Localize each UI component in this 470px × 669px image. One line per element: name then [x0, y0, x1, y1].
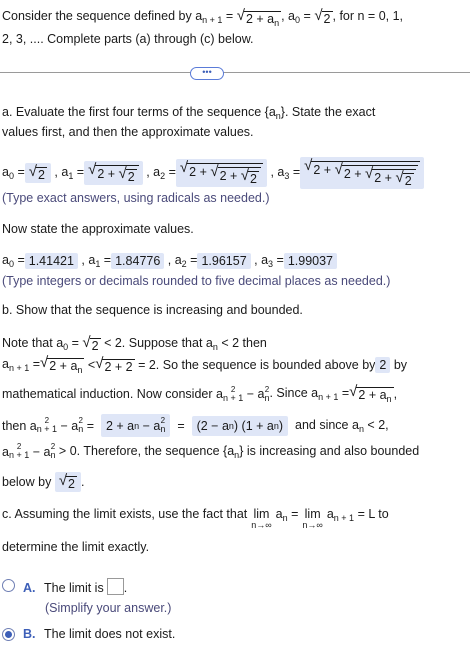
- a3-approx-answer[interactable]: 1.99037: [283, 253, 338, 269]
- bound-answer[interactable]: 2: [375, 357, 391, 373]
- approx-values-row: a0 = 1.41421 , a1 = 1.84776 , a2 = 1.961…: [2, 253, 338, 269]
- limit-an: lim n→∞: [251, 507, 272, 530]
- option-a-hint: (Simplify your answer.): [45, 601, 172, 615]
- lower-bound-answer[interactable]: √ 2: [54, 472, 81, 492]
- a1-approx-answer[interactable]: 1.84776: [111, 253, 165, 269]
- part-b-line-5: a2n + 1 − a2n > 0. Therefore, the sequen…: [2, 442, 420, 460]
- part-a-prompt-line-2: values first, and then the approximate v…: [2, 125, 254, 139]
- exact-values-row: a0 = √ 2 , a1 = √ 2 + √ 2 , a2 = √ 2 + √ 2 + …: [2, 157, 424, 189]
- option-a[interactable]: A. The limit is.: [23, 578, 127, 595]
- limit-answer-input[interactable]: [106, 578, 124, 595]
- part-c-prompt: c. Assuming the limit exists, use the fa…: [2, 507, 389, 530]
- part-b-line-1: Note that a0 = √ 2 < 2. Suppose that an <…: [2, 334, 267, 353]
- part-a-prompt: a. Evaluate the first four terms of the …: [2, 105, 376, 121]
- sqrt-expression: √ 2 + an: [236, 7, 282, 28]
- option-b[interactable]: B. The limit does not exist.: [23, 627, 175, 641]
- a1-exact-answer[interactable]: √ 2 + √ 2: [84, 161, 143, 185]
- part-b-line-4: then a2n + 1 − a2n = 2 + an − a2n = (2 −…: [2, 414, 389, 437]
- exact-hint: (Type exact answers, using radicals as n…: [2, 191, 270, 205]
- a3-exact-answer[interactable]: √ 2 + √ 2 + √ 2 + √ 2: [300, 157, 424, 189]
- part-b-line-2: an + 1 = √ 2 + an < √ 2 + 2 = 2. So the se…: [2, 354, 408, 375]
- option-b-radio[interactable]: [2, 628, 15, 641]
- option-a-radio[interactable]: [2, 579, 15, 592]
- divider: [0, 72, 470, 73]
- a2-approx-answer[interactable]: 1.96157: [197, 253, 251, 269]
- part-b-line-6: below by √ 2.: [2, 472, 85, 492]
- part-b-title: b. Show that the sequence is increasing …: [2, 303, 303, 317]
- question-line-2: 2, 3, .... Complete parts (a) through (c…: [2, 32, 254, 46]
- expand-button[interactable]: •••: [190, 67, 224, 80]
- factored-expression-answer[interactable]: (2 − a n) (1 + a n): [191, 415, 289, 436]
- a0-exact-answer[interactable]: √ 2: [24, 163, 51, 183]
- approx-hint: (Type integers or decimals rounded to fi…: [2, 274, 391, 288]
- part-c-line-2: determine the limit exactly.: [2, 540, 150, 554]
- question-line-1: Consider the sequence defined by an + 1 …: [2, 7, 404, 28]
- approx-intro: Now state the approximate values.: [2, 222, 194, 236]
- part-b-line-3: mathematical induction. Now consider a2n…: [2, 383, 398, 404]
- a2-exact-answer[interactable]: √ 2 + √ 2 + √ 2: [175, 159, 267, 187]
- a0-approx-answer[interactable]: 1.41421: [24, 253, 78, 269]
- limit-an-plus-1: lim n→∞: [302, 507, 323, 530]
- difference-expression-answer[interactable]: 2 + an − a2n: [100, 414, 171, 437]
